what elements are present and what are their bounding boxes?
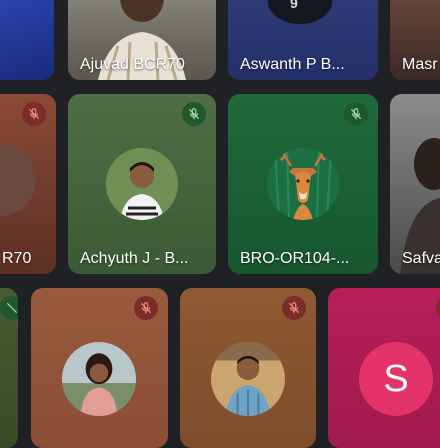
participant-tile[interactable]: S bbox=[328, 288, 440, 448]
participant-avatar bbox=[267, 148, 339, 220]
participant-tile[interactable] bbox=[180, 288, 316, 448]
participant-tile[interactable]: Safva bbox=[390, 94, 440, 274]
mic-muted-icon bbox=[436, 296, 440, 320]
participant-tile[interactable] bbox=[31, 288, 168, 448]
mic-muted-icon bbox=[182, 102, 206, 126]
mic-muted-icon bbox=[344, 102, 368, 126]
participant-name: Ajuvad BCR70 bbox=[80, 56, 185, 73]
participant-avatar bbox=[62, 342, 136, 416]
participant-name: Aswanth P B... bbox=[240, 56, 345, 73]
participant-name: Masr bbox=[402, 56, 438, 73]
participant-avatar bbox=[0, 144, 36, 216]
mic-muted-icon bbox=[134, 296, 158, 320]
participant-tile[interactable]: R70 bbox=[0, 94, 56, 274]
participant-tile[interactable] bbox=[0, 0, 54, 80]
participant-avatar bbox=[211, 342, 285, 416]
participant-tile[interactable] bbox=[0, 288, 18, 448]
participant-tile[interactable]: Ajuvad BCR70 bbox=[68, 0, 216, 80]
participant-initial-avatar: S bbox=[359, 342, 433, 416]
participant-tile[interactable]: Masr bbox=[390, 0, 440, 80]
mic-muted-icon bbox=[282, 296, 306, 320]
participant-avatar bbox=[106, 148, 178, 220]
mic-muted-icon bbox=[0, 296, 18, 320]
participant-name: R70 bbox=[2, 250, 32, 267]
svg-text:9: 9 bbox=[290, 0, 298, 11]
participant-tile[interactable]: BRO-OR104-... bbox=[228, 94, 378, 274]
participant-name: Safva bbox=[402, 250, 440, 267]
participant-name: BRO-OR104-... bbox=[240, 250, 350, 267]
participant-name: Achyuth J - B... bbox=[80, 250, 189, 267]
participant-video-feed bbox=[400, 138, 440, 274]
participant-tile[interactable]: Achyuth J - B... bbox=[68, 94, 216, 274]
mic-muted-icon bbox=[22, 102, 46, 126]
participant-tile[interactable]: 9 Aswanth P B... bbox=[228, 0, 378, 80]
